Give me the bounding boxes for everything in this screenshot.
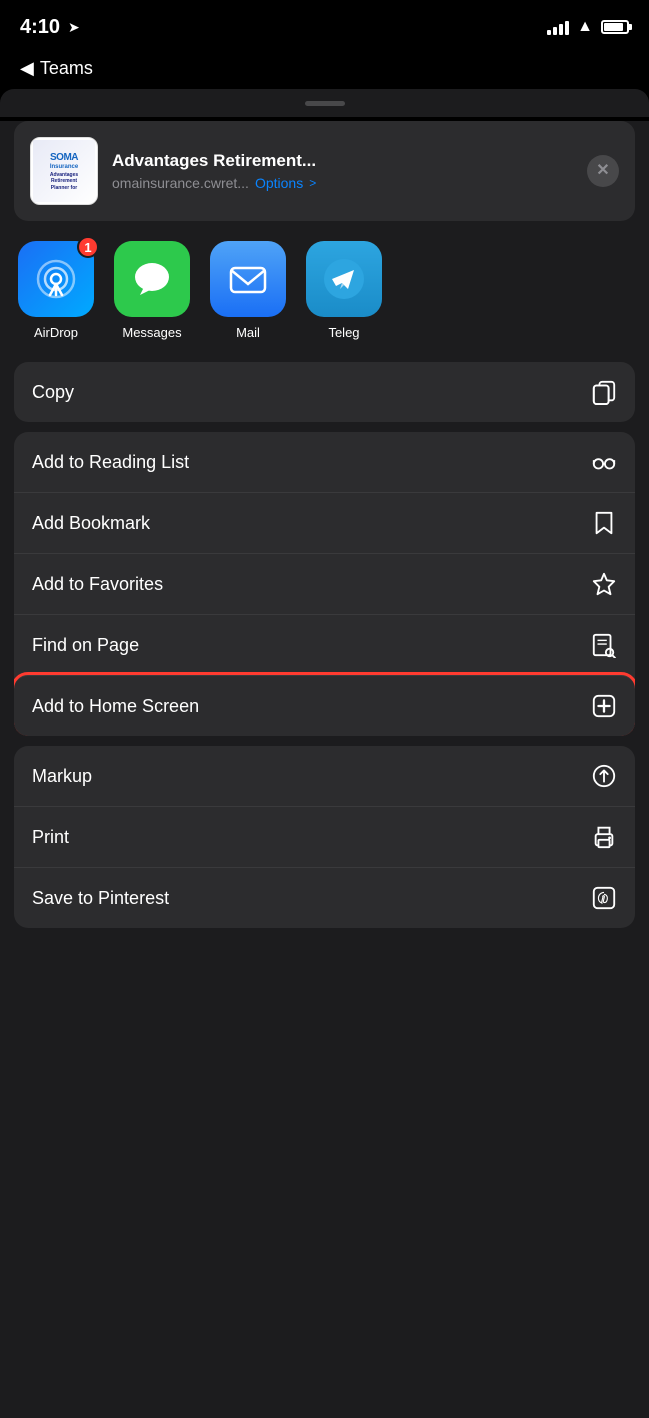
preview-text: Advantages Retirement... omainsurance.cw… bbox=[112, 151, 573, 191]
signal-bars bbox=[547, 19, 569, 35]
preview-url: omainsurance.cwret... bbox=[112, 175, 249, 191]
mail-share-button[interactable]: Mail bbox=[210, 241, 286, 340]
add-home-screen-button[interactable]: Add to Home Screen bbox=[14, 675, 635, 736]
add-reading-list-label: Add to Reading List bbox=[32, 452, 189, 473]
options-button[interactable]: Options bbox=[255, 175, 303, 191]
preview-icon: SOMA Insurance Advantages Retirement Pla… bbox=[30, 137, 98, 205]
find-icon bbox=[591, 632, 617, 658]
copy-icon bbox=[591, 379, 617, 405]
status-time: 4:10 bbox=[20, 16, 60, 39]
mail-icon bbox=[210, 241, 286, 317]
save-pinterest-button[interactable]: Save to Pinterest bbox=[14, 867, 635, 928]
airdrop-label: AirDrop bbox=[34, 325, 78, 340]
mail-label: Mail bbox=[236, 325, 260, 340]
status-right: ▲ bbox=[547, 18, 629, 36]
share-sheet: SOMA Insurance Advantages Retirement Pla… bbox=[0, 121, 649, 1418]
telegram-label: Teleg bbox=[328, 325, 359, 340]
share-preview: SOMA Insurance Advantages Retirement Pla… bbox=[14, 121, 635, 221]
back-label: Teams bbox=[40, 58, 93, 79]
markup-button[interactable]: Markup bbox=[14, 746, 635, 806]
share-sheet-handle bbox=[0, 89, 649, 117]
pinterest-icon bbox=[591, 885, 617, 911]
save-pinterest-label: Save to Pinterest bbox=[32, 888, 169, 909]
add-square-icon bbox=[591, 693, 617, 719]
status-bar: 4:10 ➤ ▲ bbox=[0, 0, 649, 54]
copy-label: Copy bbox=[32, 382, 74, 403]
bookmark-icon bbox=[591, 510, 617, 536]
close-button[interactable]: ✕ bbox=[587, 155, 619, 187]
copy-group: Copy bbox=[14, 362, 635, 422]
add-favorites-label: Add to Favorites bbox=[32, 574, 163, 595]
back-nav[interactable]: ◀ Teams bbox=[0, 54, 649, 89]
add-favorites-button[interactable]: Add to Favorites bbox=[14, 553, 635, 614]
find-on-page-label: Find on Page bbox=[32, 635, 139, 656]
airdrop-share-button[interactable]: 1 AirDrop bbox=[18, 241, 94, 340]
star-icon bbox=[591, 571, 617, 597]
copy-button[interactable]: Copy bbox=[14, 362, 635, 422]
telegram-share-button[interactable]: Teleg bbox=[306, 241, 382, 340]
options-chevron-icon: > bbox=[309, 176, 316, 190]
glasses-icon bbox=[591, 449, 617, 475]
app-sharing-row: 1 AirDrop Messages bbox=[0, 221, 649, 350]
action-group-3: Markup Print Save to Pinterest bbox=[14, 746, 635, 928]
battery-icon bbox=[601, 20, 629, 34]
find-on-page-button[interactable]: Find on Page bbox=[14, 614, 635, 675]
print-button[interactable]: Print bbox=[14, 806, 635, 867]
add-home-screen-label: Add to Home Screen bbox=[32, 696, 199, 717]
print-label: Print bbox=[32, 827, 69, 848]
messages-icon bbox=[114, 241, 190, 317]
wifi-icon: ▲ bbox=[577, 18, 593, 36]
markup-label: Markup bbox=[32, 766, 92, 787]
back-chevron-icon: ◀ bbox=[20, 58, 34, 79]
add-bookmark-label: Add Bookmark bbox=[32, 513, 150, 534]
action-group-2: Add to Reading List Add Bookmark Add to … bbox=[14, 432, 635, 736]
action-section: Copy Add to Reading List bbox=[14, 362, 635, 928]
add-bookmark-button[interactable]: Add Bookmark bbox=[14, 492, 635, 553]
messages-share-button[interactable]: Messages bbox=[114, 241, 190, 340]
location-icon: ➤ bbox=[68, 19, 80, 36]
add-reading-list-button[interactable]: Add to Reading List bbox=[14, 432, 635, 492]
print-icon bbox=[591, 824, 617, 850]
close-icon: ✕ bbox=[596, 163, 609, 179]
preview-title: Advantages Retirement... bbox=[112, 151, 573, 171]
messages-label: Messages bbox=[122, 325, 181, 340]
telegram-icon bbox=[306, 241, 382, 317]
markup-icon bbox=[591, 763, 617, 789]
airdrop-badge: 1 bbox=[77, 236, 99, 258]
